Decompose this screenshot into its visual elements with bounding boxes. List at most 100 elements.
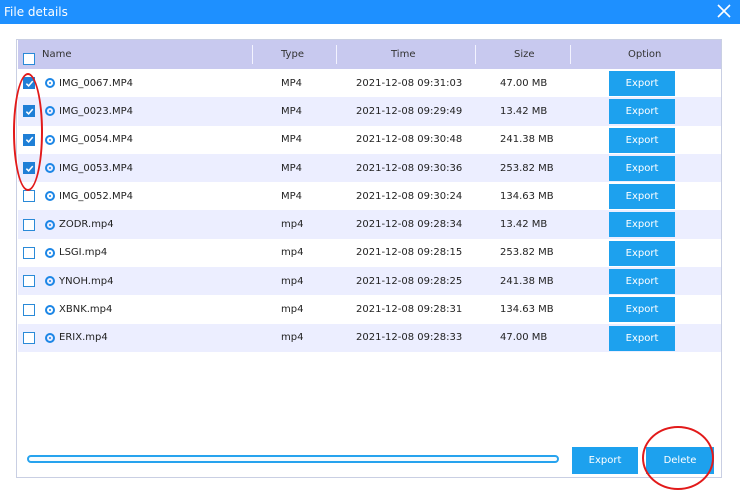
table-row: LSGI.mp4 mp4 2021-12-08 09:28:15 253.82 MB E… — [18, 239, 721, 267]
header-size[interactable]: Size — [514, 40, 535, 69]
video-file-icon — [45, 163, 55, 174]
file-size: 13.42 MB — [500, 105, 548, 117]
row-export-button[interactable]: Export — [609, 240, 675, 266]
video-file-icon — [45, 276, 55, 287]
video-file-icon — [45, 134, 55, 145]
select-all-cell — [23, 40, 35, 69]
row-checkbox[interactable] — [23, 218, 35, 231]
file-name: XBNK.mp4 — [59, 304, 113, 316]
export-all-button[interactable]: Export — [572, 447, 638, 474]
file-name-cell: YNOH.mp4 — [45, 267, 113, 295]
file-type: MP4 — [281, 77, 303, 89]
row-export-button[interactable]: Export — [609, 155, 675, 181]
file-time: 2021-12-08 09:29:49 — [356, 105, 463, 117]
header-time[interactable]: Time — [391, 40, 415, 69]
video-file-icon — [45, 78, 55, 89]
file-time: 2021-12-08 09:30:48 — [356, 134, 463, 146]
file-size: 253.82 MB — [500, 247, 554, 259]
file-name-cell: IMG_0052.MP4 — [45, 182, 133, 210]
header-type[interactable]: Type — [281, 40, 304, 69]
file-name: ZODR.mp4 — [59, 219, 114, 231]
table-row: IMG_0054.MP4 MP4 2021-12-08 09:30:48 241.38… — [18, 126, 721, 154]
file-time: 2021-12-08 09:31:03 — [356, 77, 463, 89]
row-export-button[interactable]: Export — [609, 297, 675, 323]
table-row: IMG_0053.MP4 MP4 2021-12-08 09:30:36 253.82… — [18, 153, 721, 183]
file-name: IMG_0054.MP4 — [59, 134, 133, 146]
row-checkbox[interactable] — [23, 246, 35, 259]
file-size: 47.00 MB — [500, 332, 548, 344]
header-name[interactable]: Name — [42, 40, 72, 69]
progress-bar — [27, 455, 559, 463]
file-time: 2021-12-08 09:28:33 — [356, 332, 463, 344]
file-name-cell: IMG_0067.MP4 — [45, 69, 133, 97]
file-name: IMG_0023.MP4 — [59, 105, 133, 117]
row-checkbox[interactable] — [23, 331, 35, 344]
row-export-button[interactable]: Export — [609, 212, 675, 238]
file-name: LSGI.mp4 — [59, 247, 108, 259]
file-size: 13.42 MB — [500, 219, 548, 231]
file-name-cell: ZODR.mp4 — [45, 210, 114, 238]
row-checkbox[interactable] — [23, 303, 35, 316]
close-icon[interactable] — [716, 3, 732, 19]
file-type: MP4 — [281, 134, 303, 146]
video-file-icon — [45, 106, 55, 117]
file-name: ERIX.mp4 — [59, 332, 108, 344]
file-table: Name Type Time Size Option IMG_0067.MP4 M… — [18, 40, 721, 352]
row-checkbox[interactable] — [23, 275, 35, 288]
file-name-cell: IMG_0053.MP4 — [45, 154, 133, 182]
file-name-cell: XBNK.mp4 — [45, 295, 112, 323]
file-name-cell: LSGI.mp4 — [45, 239, 107, 267]
annotation-ellipse-checkboxes — [13, 73, 43, 191]
file-size: 134.63 MB — [500, 304, 554, 316]
select-all-checkbox[interactable] — [23, 52, 35, 65]
row-export-button[interactable]: Export — [609, 99, 675, 125]
row-export-button[interactable]: Export — [609, 71, 675, 96]
file-name: IMG_0067.MP4 — [59, 77, 133, 89]
table-row: ERIX.mp4 mp4 2021-12-08 09:28:33 47.00 MB Ex… — [18, 323, 721, 352]
window-title: File details — [4, 5, 68, 19]
row-checkbox[interactable] — [23, 190, 35, 203]
row-export-button[interactable]: Export — [609, 184, 675, 210]
file-type: mp4 — [281, 247, 304, 259]
row-select-cell — [23, 324, 35, 352]
file-size: 47.00 MB — [500, 77, 548, 89]
row-select-cell — [23, 239, 35, 267]
file-name: YNOH.mp4 — [59, 275, 114, 287]
row-select-cell — [23, 295, 35, 323]
file-size: 241.38 MB — [500, 275, 554, 287]
annotation-ellipse-delete — [642, 426, 714, 490]
table-header: Name Type Time Size Option — [18, 40, 721, 69]
row-export-button[interactable]: Export — [609, 127, 675, 153]
row-export-button[interactable]: Export — [609, 325, 675, 351]
video-file-icon — [45, 304, 55, 315]
table-row: YNOH.mp4 mp4 2021-12-08 09:28:25 241.38 MB E… — [18, 267, 721, 296]
title-bar: File details — [0, 0, 740, 24]
file-type: mp4 — [281, 304, 304, 316]
file-time: 2021-12-08 09:28:15 — [356, 247, 463, 259]
video-file-icon — [45, 191, 55, 202]
table-row: IMG_0067.MP4 MP4 2021-12-08 09:31:03 47.00 … — [18, 69, 721, 97]
file-type: MP4 — [281, 162, 303, 174]
file-time: 2021-12-08 09:28:34 — [356, 219, 463, 231]
row-select-cell — [23, 210, 35, 238]
table-row: XBNK.mp4 mp4 2021-12-08 09:28:31 134.63 MB E… — [18, 295, 721, 323]
file-name: IMG_0052.MP4 — [59, 190, 133, 202]
file-name-cell: ERIX.mp4 — [45, 324, 108, 352]
file-time: 2021-12-08 09:30:36 — [356, 162, 463, 174]
file-size: 134.63 MB — [500, 190, 554, 202]
table-row: IMG_0023.MP4 MP4 2021-12-08 09:29:49 13.42 … — [18, 97, 721, 126]
row-export-button[interactable]: Export — [609, 269, 675, 295]
video-file-icon — [45, 219, 55, 230]
file-type: mp4 — [281, 219, 304, 231]
file-time: 2021-12-08 09:28:25 — [356, 275, 463, 287]
file-type: mp4 — [281, 332, 304, 344]
table-row: ZODR.mp4 mp4 2021-12-08 09:28:34 13.42 MB Ex… — [18, 210, 721, 239]
file-type: mp4 — [281, 275, 304, 287]
file-name-cell: IMG_0023.MP4 — [45, 97, 133, 125]
row-select-cell — [23, 267, 35, 295]
file-size: 253.82 MB — [500, 162, 554, 174]
video-file-icon — [45, 332, 55, 343]
video-file-icon — [45, 247, 55, 258]
table-row: IMG_0052.MP4 MP4 2021-12-08 09:30:24 134.63… — [18, 182, 721, 210]
table-body: IMG_0067.MP4 MP4 2021-12-08 09:31:03 47.00 … — [18, 69, 721, 352]
